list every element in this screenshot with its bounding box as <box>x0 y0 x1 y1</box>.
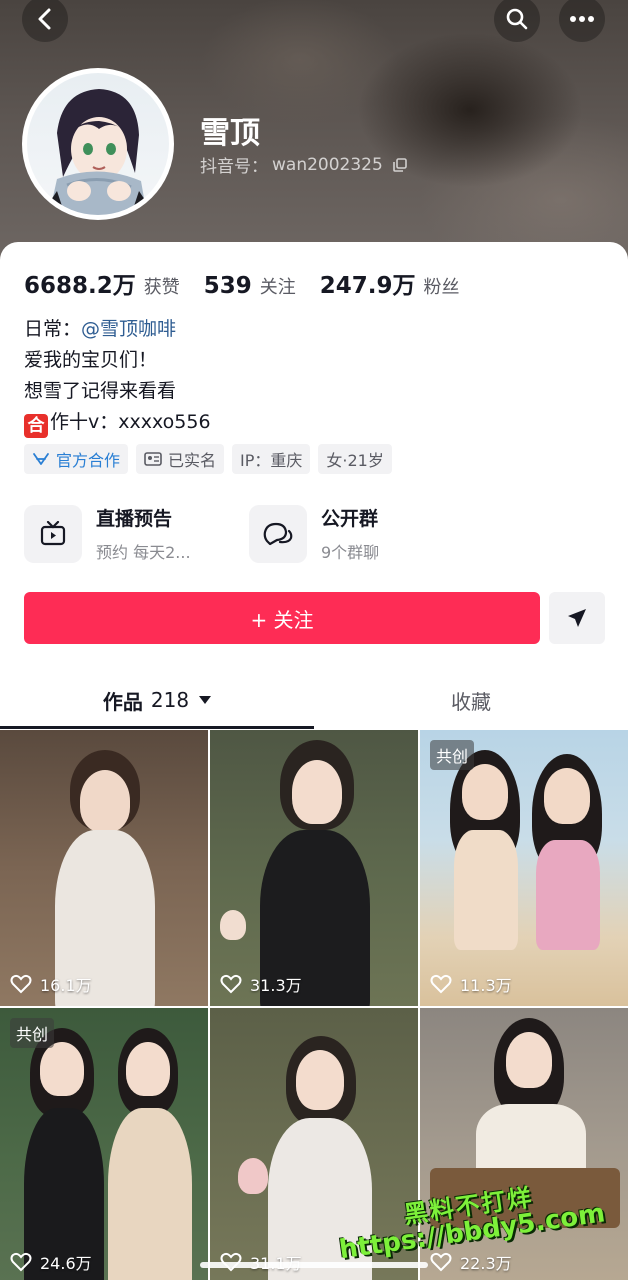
account-id-value: wan2002325 <box>272 154 383 175</box>
video-thumbnail <box>454 830 518 950</box>
video-thumbnail <box>80 770 130 832</box>
heart-outline-icon <box>430 1252 452 1272</box>
avatar[interactable] <box>22 68 174 220</box>
tag-label: IP：重庆 <box>240 451 303 470</box>
profile-name: 雪顶 <box>200 116 260 151</box>
tab-indicator <box>0 726 314 729</box>
bio-line: 想雪了记得来看看 <box>24 380 177 402</box>
like-count: 31.3万 <box>220 972 302 996</box>
heart-outline-icon <box>10 1252 32 1272</box>
video-thumbnail <box>536 840 600 950</box>
tab-works-label: 作品 <box>102 689 143 714</box>
feature-subtitle: 9个群聊 <box>321 543 380 562</box>
tag-label: 女·21岁 <box>326 451 384 470</box>
public-group-entry[interactable]: 公开群 9个群聊 <box>249 504 379 563</box>
tab-works-count: 218 <box>150 688 190 712</box>
video-thumbnail <box>40 1042 84 1096</box>
like-count: 16.1万 <box>10 972 92 996</box>
feature-icon-box <box>24 504 82 563</box>
video-tile[interactable]: 16.1万 <box>0 730 208 1006</box>
bio-contact: 作十v：xxxxo556 <box>50 411 211 433</box>
video-tile[interactable]: 共创 11.3万 <box>420 730 628 1006</box>
follow-label: + 关注 <box>250 607 314 632</box>
feature-title: 直播预告 <box>96 508 173 530</box>
video-thumbnail <box>506 1032 552 1088</box>
stat-following-label: 关注 <box>259 277 296 298</box>
like-count: 11.3万 <box>430 972 512 996</box>
he-badge: 合 <box>24 414 48 438</box>
stat-followers-value: 247.9万 <box>319 273 416 299</box>
video-thumbnail <box>126 1042 170 1096</box>
tag-label: 已实名 <box>168 451 217 470</box>
chat-bubbles-icon <box>263 522 293 545</box>
like-count: 22.3万 <box>430 1250 512 1274</box>
tag-label: 官方合作 <box>56 451 121 470</box>
avatar-image <box>27 73 169 215</box>
tag-official-cooperation[interactable]: 官方合作 <box>24 444 129 474</box>
mention-link[interactable]: @雪顶咖啡 <box>81 318 176 340</box>
like-count-value: 24.6万 <box>40 1254 92 1273</box>
tab-favorites-label: 收藏 <box>451 689 491 714</box>
heart-outline-icon <box>10 974 32 994</box>
tv-icon <box>40 520 66 545</box>
like-count-value: 22.3万 <box>460 1254 512 1273</box>
tab-works[interactable]: 作品 218 <box>0 672 314 728</box>
stat-following[interactable]: 539 关注 <box>204 273 296 299</box>
more-dots-icon <box>570 16 594 22</box>
video-thumbnail <box>238 1158 268 1194</box>
feature-title: 公开群 <box>321 508 379 530</box>
tab-favorites[interactable]: 收藏 <box>314 672 628 728</box>
video-thumbnail <box>292 760 342 824</box>
send-arrow-icon <box>568 609 586 627</box>
video-thumbnail <box>544 768 590 824</box>
follow-button[interactable]: + 关注 <box>24 592 540 644</box>
share-button[interactable] <box>549 592 605 644</box>
stats-row: 6688.2万 获赞 539 关注 247.9万 粉丝 <box>24 266 460 300</box>
live-preview-entry[interactable]: 直播预告 预约 每天2... <box>24 504 191 563</box>
bio-line: 爱我的宝贝们！ <box>24 349 158 371</box>
co-creation-badge: 共创 <box>10 1018 55 1048</box>
video-thumbnail <box>296 1050 344 1110</box>
bio: 日常：@雪顶咖啡 爱我的宝贝们！ 想雪了记得来看看 合作十v：xxxxo556 <box>24 314 211 438</box>
tag-ip[interactable]: IP：重庆 <box>232 444 311 474</box>
video-tile[interactable]: 共创 24.6万 <box>0 1008 208 1280</box>
video-tile[interactable]: 31.3万 <box>210 730 418 1006</box>
video-thumbnail <box>108 1108 192 1280</box>
video-thumbnail <box>462 764 508 820</box>
content-tabs: 作品 218 收藏 <box>0 672 628 730</box>
bio-line: 合作十v：xxxxo556 <box>24 407 211 438</box>
heart-outline-icon <box>220 974 242 994</box>
account-id-label: 抖音号： <box>200 157 268 177</box>
like-count-value: 16.1万 <box>40 976 92 995</box>
stat-likes[interactable]: 6688.2万 获赞 <box>24 266 180 300</box>
heart-outline-icon <box>430 974 452 994</box>
bio-line: 日常：@雪顶咖啡 <box>24 314 211 345</box>
stat-followers-label: 粉丝 <box>423 277 460 298</box>
video-thumbnail <box>220 910 246 940</box>
like-count: 24.6万 <box>10 1250 92 1274</box>
feature-subtitle: 预约 每天2... <box>96 543 191 562</box>
like-count-value: 31.3万 <box>250 976 302 995</box>
stat-followers[interactable]: 247.9万 粉丝 <box>320 266 460 300</box>
chevron-left-icon <box>38 8 51 30</box>
feature-icon-box <box>249 504 307 563</box>
home-indicator[interactable] <box>200 1262 428 1268</box>
stat-following-value: 539 <box>203 273 252 299</box>
search-icon <box>506 8 528 30</box>
account-id: 抖音号： wan2002325 <box>200 152 407 177</box>
tag-verified[interactable]: 已实名 <box>136 444 225 474</box>
tag-gender-age[interactable]: 女·21岁 <box>318 444 392 474</box>
official-icon <box>33 453 49 465</box>
co-creation-badge: 共创 <box>430 740 475 770</box>
stat-likes-value: 6688.2万 <box>24 273 136 299</box>
like-count-value: 11.3万 <box>460 976 512 995</box>
copy-icon[interactable] <box>393 157 407 172</box>
caret-down-icon <box>199 696 212 704</box>
bio-prefix: 日常： <box>24 318 82 340</box>
id-card-icon <box>144 452 162 466</box>
stat-likes-label: 获赞 <box>143 277 180 298</box>
tags-row: 官方合作 已实名 IP：重庆 女·21岁 <box>24 444 392 474</box>
